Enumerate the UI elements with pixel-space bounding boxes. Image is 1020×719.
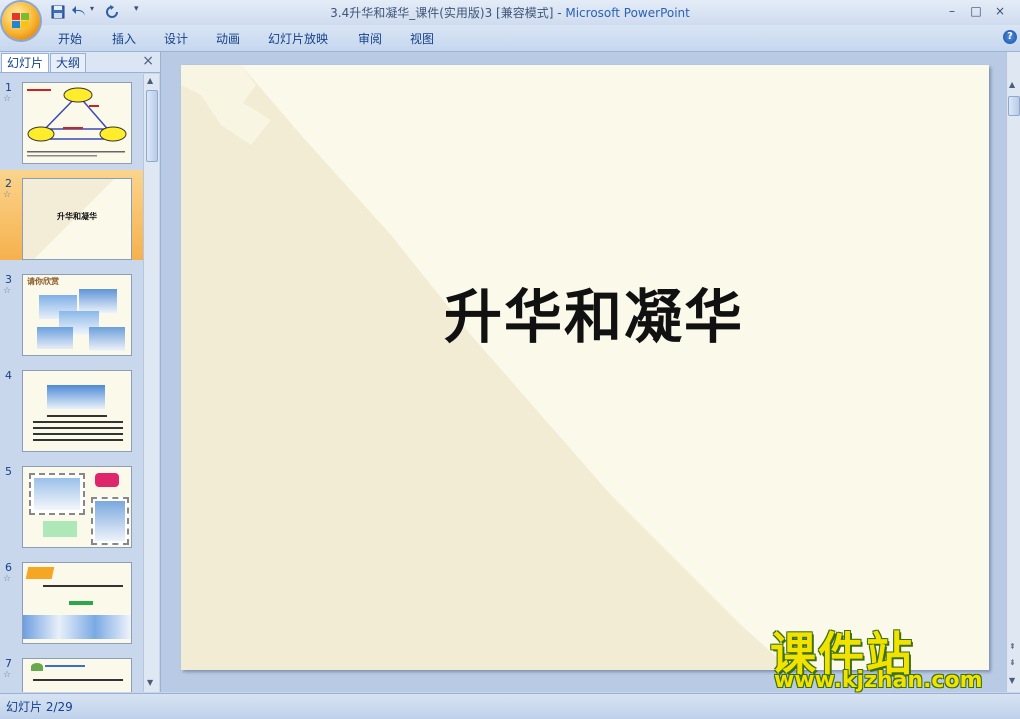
tab-insert[interactable]: 插入	[112, 30, 136, 47]
slide-number: 6	[5, 561, 12, 574]
watermark: 课件站 www.kjzhan.com	[770, 618, 1010, 698]
slide-thumbnail-1[interactable]: 1 ☆	[0, 74, 143, 164]
question-box	[43, 521, 77, 537]
snow-photo	[37, 327, 73, 349]
tab-design[interactable]: 设计	[164, 30, 188, 47]
current-slide[interactable]: 升华和凝华	[181, 65, 989, 670]
scroll-thumb[interactable]	[146, 90, 158, 162]
slide-preview-title: 升华和凝华	[57, 211, 97, 221]
document-title: 3.4升华和凝华_课件(实用版)3 [兼容模式]	[330, 6, 554, 20]
panel-close-icon[interactable]: ×	[142, 53, 154, 69]
slide-preview	[22, 82, 132, 164]
scroll-down-icon[interactable]: ▼	[147, 678, 153, 687]
snow-photo	[89, 327, 125, 351]
tab-slideshow[interactable]: 幻灯片放映	[268, 30, 328, 47]
animation-icon: ☆	[3, 574, 12, 584]
states-diagram-preview	[27, 87, 127, 157]
slide-thumbnail-4[interactable]: 4	[0, 362, 143, 452]
scroll-thumb[interactable]	[1008, 96, 1020, 116]
slide-count: 幻灯片 2/29	[6, 700, 73, 714]
next-slide-icon[interactable]: ⇟	[1009, 658, 1016, 667]
scroll-up-icon[interactable]: ▲	[1009, 80, 1015, 89]
stamp-text-graphic	[95, 473, 119, 487]
slide-number: 3	[5, 273, 12, 286]
title-bar: ▾ ▾ 3.4升华和凝华_课件(实用版)3 [兼容模式] - Microsoft…	[0, 0, 1020, 40]
minimize-button[interactable]: –	[940, 2, 964, 20]
slide-title[interactable]: 升华和凝华	[181, 270, 989, 354]
animation-icon: ☆	[3, 670, 12, 680]
app-name: Microsoft PowerPoint	[565, 6, 690, 20]
slide-preview	[22, 370, 132, 452]
slide-scrollbar[interactable]: ▲ ⇞ ⇟ ▼	[1006, 52, 1020, 692]
snow-photo	[47, 385, 105, 409]
slide-preview: 请你欣赏	[22, 274, 132, 356]
snow-photo	[79, 289, 117, 313]
animation-icon: ☆	[3, 94, 12, 104]
ribbon-tabs: 开始 插入 设计 动画 幻灯片放映 审阅 视图 ?	[0, 25, 1020, 52]
office-button[interactable]	[2, 2, 40, 40]
tab-outline[interactable]: 大纲	[50, 53, 87, 72]
tab-view[interactable]: 视图	[410, 30, 434, 47]
slide-thumbnail-6[interactable]: 6 ☆	[0, 554, 143, 644]
title-graphic	[25, 567, 55, 579]
stamp-image	[29, 473, 85, 515]
slide-thumbnail-2[interactable]: 2 ☆ 升华和凝华	[0, 170, 143, 260]
arrow-graphic	[69, 601, 93, 605]
window-title: 3.4升华和凝华_课件(实用版)3 [兼容模式] - Microsoft Pow…	[0, 4, 1020, 21]
slide-background-graphic	[181, 65, 791, 670]
animation-icon: ☆	[3, 286, 12, 296]
previous-slide-icon[interactable]: ⇞	[1009, 642, 1016, 651]
thumbnail-list: 1 ☆ 2 ☆ 升华和凝华 3 ☆ 请你欣赏 4 5 6 ☆ 7 ☆	[0, 74, 143, 692]
slide-preview	[22, 562, 132, 644]
slide-number: 1	[5, 81, 12, 94]
panel-tabs: 幻灯片 大纲 ×	[0, 52, 160, 73]
slide-number: 2	[5, 177, 12, 190]
thumbnail-scrollbar[interactable]: ▲ ▼	[143, 74, 159, 692]
slide-preview	[22, 658, 132, 692]
slide-thumbnail-3[interactable]: 3 ☆ 请你欣赏	[0, 266, 143, 356]
slide-number: 5	[5, 465, 12, 478]
slide-preview-title: 请你欣赏	[27, 276, 59, 286]
maximize-button[interactable]: □	[964, 2, 988, 20]
office-logo-icon	[12, 13, 29, 28]
help-icon[interactable]: ?	[1003, 30, 1017, 44]
tab-slides[interactable]: 幻灯片	[1, 53, 50, 72]
title-separator: -	[553, 6, 566, 20]
slide-number: 7	[5, 657, 12, 670]
slide-thumbnail-7[interactable]: 7 ☆	[0, 650, 143, 692]
slide-preview: 升华和凝华	[22, 178, 132, 260]
slide-number: 4	[5, 369, 12, 382]
tab-home[interactable]: 开始	[58, 30, 82, 47]
close-button[interactable]: ×	[988, 2, 1012, 20]
tab-animations[interactable]: 动画	[216, 30, 240, 47]
slides-panel: 幻灯片 大纲 × 1 ☆ 2 ☆ 升华和凝华 3 ☆ 请你欣赏 4 5 6 ☆ …	[0, 52, 161, 692]
slide-preview	[22, 466, 132, 548]
animation-icon: ☆	[3, 190, 12, 200]
stamp-image	[91, 497, 129, 545]
scroll-up-icon[interactable]: ▲	[147, 76, 153, 85]
tab-review[interactable]: 审阅	[358, 30, 382, 47]
watermark-url: www.kjzhan.com	[774, 668, 983, 693]
slide-thumbnail-5[interactable]: 5	[0, 458, 143, 548]
slide-editing-area: 升华和凝华	[161, 52, 1006, 692]
snow-photo-strip	[23, 615, 131, 639]
